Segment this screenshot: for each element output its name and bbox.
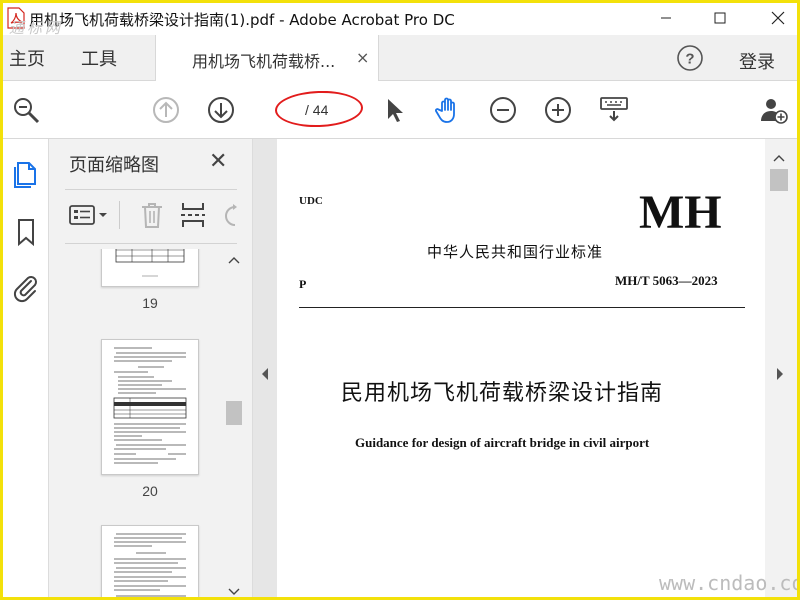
panel-collapse-strip[interactable] bbox=[253, 139, 277, 597]
tool-divider bbox=[119, 201, 120, 229]
thumbnail-page-content bbox=[113, 347, 187, 464]
minimize-button[interactable] bbox=[643, 3, 689, 33]
doc-code: MH bbox=[639, 186, 722, 239]
maximize-icon bbox=[714, 12, 726, 24]
add-user-icon[interactable] bbox=[759, 95, 789, 125]
doc-industry-standard: 中华人民共和国行业标准 bbox=[427, 243, 604, 261]
help-icon[interactable]: ? bbox=[676, 44, 704, 72]
doc-udc: UDC bbox=[299, 195, 323, 207]
close-window-button[interactable] bbox=[755, 3, 797, 33]
scroll-down-icon[interactable] bbox=[228, 587, 240, 597]
expand-right-icon[interactable] bbox=[775, 367, 785, 381]
attachment-icon[interactable] bbox=[11, 273, 41, 303]
thumbnail-toolbar bbox=[65, 197, 241, 233]
thumbnail-panel-title: 页面缩略图 bbox=[69, 155, 159, 176]
thumbnail-scrollbar[interactable] bbox=[225, 251, 243, 597]
thumbnail-page[interactable] bbox=[101, 249, 199, 287]
zoom-in-icon[interactable] bbox=[543, 95, 573, 125]
panel-divider bbox=[65, 189, 237, 190]
thumbnail-page[interactable] bbox=[101, 525, 199, 597]
scroll-up-icon[interactable] bbox=[228, 255, 240, 265]
thumbnail-panel: 页面缩略图 ✕ 19 20 bbox=[49, 139, 253, 597]
document-scrollbar[interactable] bbox=[765, 139, 797, 597]
svg-text:?: ? bbox=[685, 51, 694, 68]
title-bar: 用机场飞机荷载桥梁设计指南(1).pdf - Adobe Acrobat Pro… bbox=[3, 3, 797, 37]
zoom-out-icon[interactable] bbox=[488, 95, 518, 125]
thumbnail-page[interactable] bbox=[101, 339, 199, 475]
doc-standard-number: MH/T 5063—2023 bbox=[615, 273, 718, 288]
menu-home[interactable]: 主页 bbox=[9, 45, 45, 71]
panel-divider bbox=[65, 243, 237, 244]
thumbnail-scrollbar-thumb[interactable] bbox=[226, 401, 242, 425]
doc-title-cn: 民用机场飞机荷载桥梁设计指南 bbox=[341, 381, 664, 406]
next-page-icon[interactable] bbox=[206, 95, 236, 125]
insert-page-icon[interactable] bbox=[179, 201, 207, 229]
doc-p-mark: P bbox=[299, 277, 307, 291]
document-tab-close-button[interactable]: × bbox=[356, 48, 369, 67]
thumbnail-panel-close-button[interactable]: ✕ bbox=[209, 149, 227, 174]
thumbnail-list: 19 20 bbox=[49, 249, 225, 597]
keyboard-icon[interactable] bbox=[599, 95, 631, 125]
menu-tools[interactable]: 工具 bbox=[81, 45, 117, 71]
collapse-left-icon[interactable] bbox=[260, 367, 270, 381]
document-view[interactable]: UDC MH 中华人民共和国行业标准 P MH/T 5063—2023 民用机场… bbox=[277, 139, 765, 597]
rotate-icon[interactable] bbox=[221, 203, 241, 229]
doc-rule bbox=[299, 307, 745, 308]
document-tab-label: 用机场飞机荷载桥... bbox=[192, 52, 336, 71]
tab-bar: 主页 工具 用机场飞机荷载桥... × ? 登录 bbox=[3, 35, 797, 81]
thumbnail-page-content bbox=[115, 249, 185, 277]
pages-icon[interactable] bbox=[11, 159, 41, 189]
thumbnail-page-number: 19 bbox=[142, 295, 158, 311]
document-scrollbar-thumb[interactable] bbox=[770, 169, 788, 191]
login-button[interactable]: 登录 bbox=[739, 48, 775, 74]
prev-page-icon[interactable] bbox=[151, 95, 181, 125]
trash-icon[interactable] bbox=[139, 201, 165, 229]
thumbnail-page-content bbox=[114, 533, 186, 597]
doc-title-en: Guidance for design of aircraft bridge i… bbox=[355, 435, 650, 450]
maximize-button[interactable] bbox=[697, 3, 743, 33]
main-toolbar: / 44 bbox=[3, 81, 797, 139]
zoom-icon[interactable] bbox=[11, 95, 41, 125]
scroll-up-icon[interactable] bbox=[773, 153, 785, 163]
bookmark-icon[interactable] bbox=[11, 217, 41, 247]
window-title: 用机场飞机荷载桥梁设计指南(1).pdf - Adobe Acrobat Pro… bbox=[29, 11, 455, 29]
document-tab[interactable]: 用机场飞机荷载桥... × bbox=[155, 35, 379, 81]
minimize-icon bbox=[661, 17, 671, 19]
thumbnail-page-number: 20 bbox=[142, 483, 158, 499]
close-icon bbox=[771, 11, 785, 25]
watermark-bottom: www.cndao.com bbox=[659, 571, 800, 595]
thumbnail-options-icon[interactable] bbox=[69, 203, 109, 227]
navigation-pane bbox=[3, 139, 49, 597]
hand-icon[interactable] bbox=[433, 95, 463, 125]
select-arrow-icon[interactable] bbox=[379, 95, 409, 125]
app-window: 用机场飞机荷载桥梁设计指南(1).pdf - Adobe Acrobat Pro… bbox=[0, 0, 800, 600]
